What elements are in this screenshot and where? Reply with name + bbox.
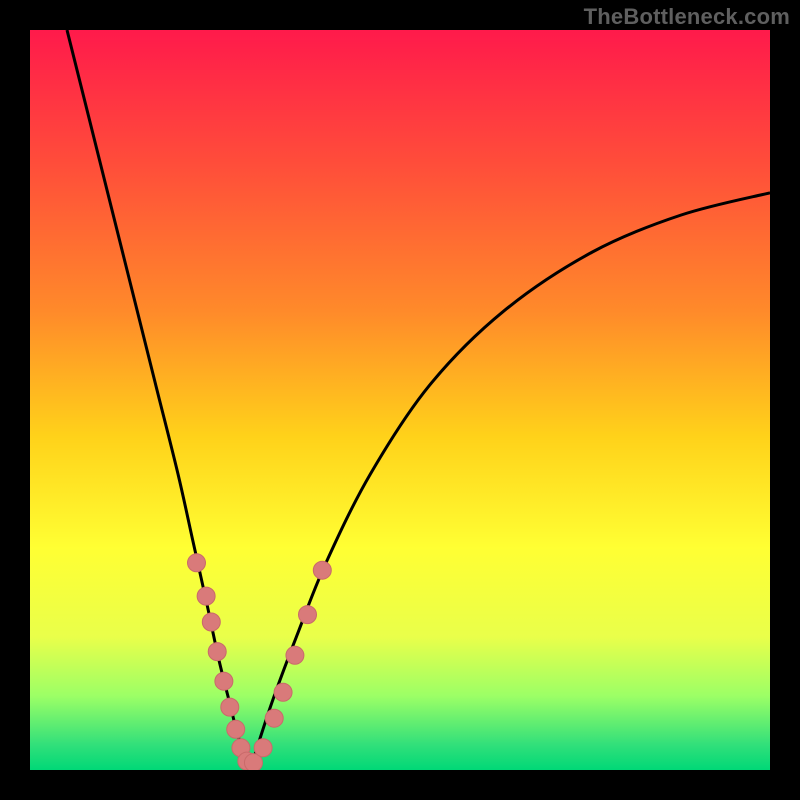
data-point bbox=[202, 613, 220, 631]
data-point bbox=[265, 709, 283, 727]
data-point bbox=[221, 698, 239, 716]
data-point bbox=[197, 587, 215, 605]
data-point bbox=[299, 606, 317, 624]
chart-frame: TheBottleneck.com bbox=[0, 0, 800, 800]
data-point bbox=[188, 554, 206, 572]
data-point bbox=[286, 646, 304, 664]
data-point bbox=[274, 683, 292, 701]
data-point bbox=[208, 643, 226, 661]
data-point bbox=[313, 561, 331, 579]
plot-svg bbox=[30, 30, 770, 770]
data-point bbox=[254, 739, 272, 757]
data-point bbox=[215, 672, 233, 690]
gradient-background bbox=[30, 30, 770, 770]
data-point bbox=[227, 720, 245, 738]
watermark-text: TheBottleneck.com bbox=[584, 4, 790, 30]
